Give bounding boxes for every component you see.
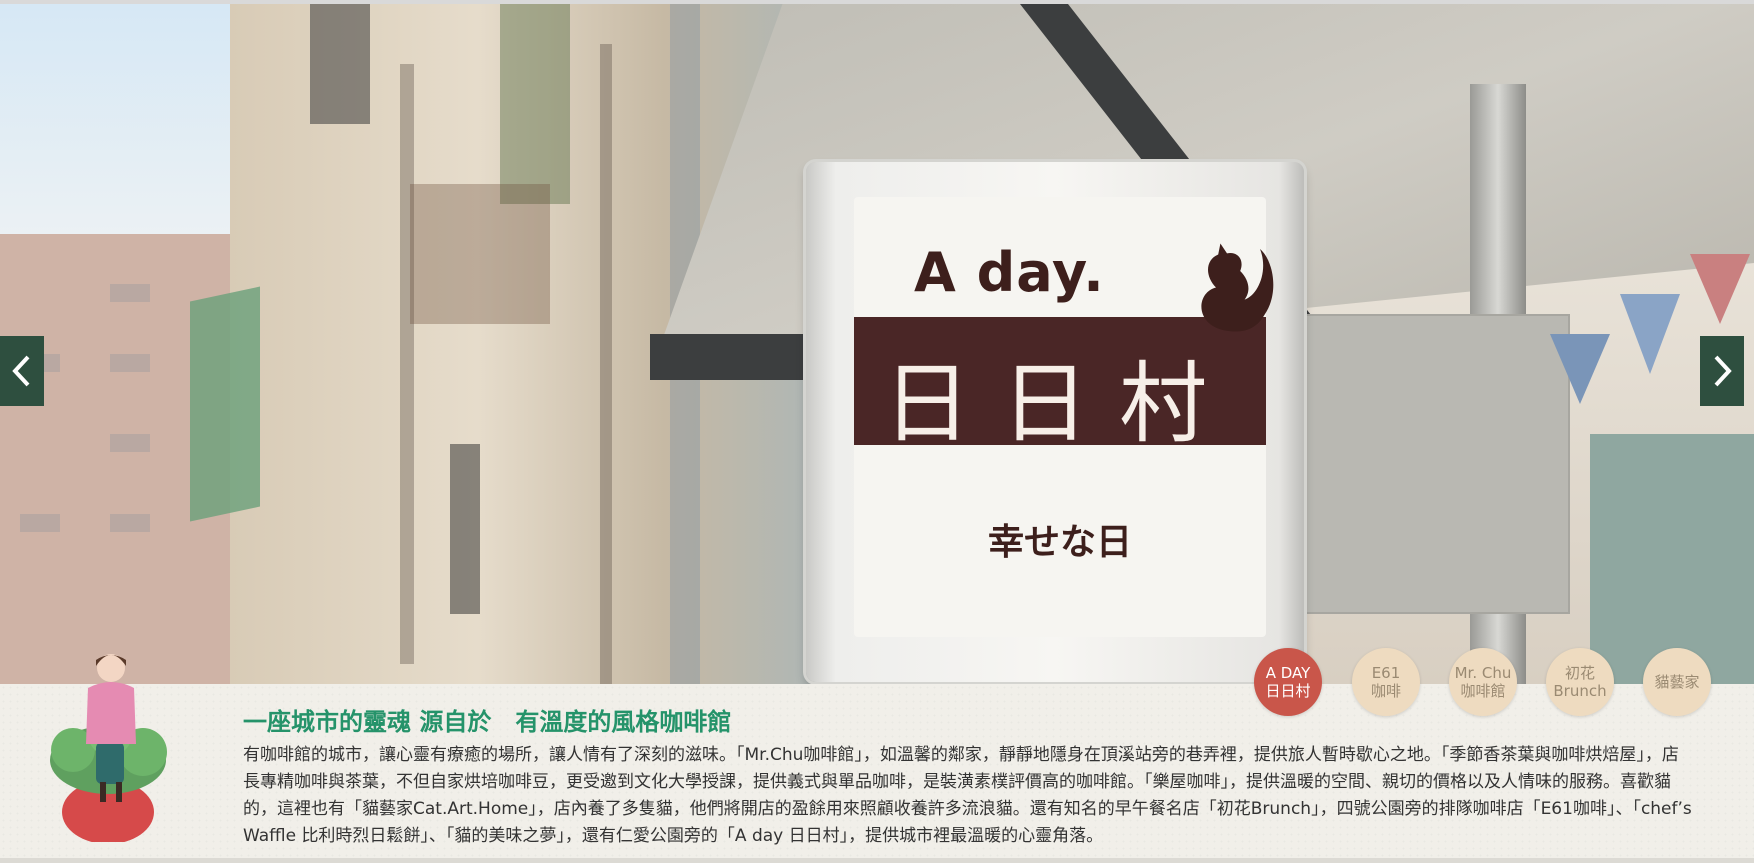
cafe-tab-brunch[interactable]: 初花 Brunch	[1546, 648, 1614, 716]
cafe-tab-cat-art-home[interactable]: 貓藝家	[1643, 648, 1711, 716]
squirrel-icon	[1201, 243, 1274, 332]
cafe-tab-a-day[interactable]: A DAY 日日村	[1254, 648, 1322, 716]
right-wall	[1590, 434, 1754, 684]
green-awning	[190, 286, 260, 522]
sign-main-text: 日日村	[882, 352, 1237, 455]
cafe-tab-line1: A DAY	[1265, 664, 1311, 682]
section-bottom-border	[0, 858, 1754, 863]
cafe-tab-line2: 日日村	[1265, 682, 1311, 700]
sign-subtitle: 幸せな日	[987, 522, 1132, 563]
chevron-right-icon	[1714, 355, 1732, 387]
sign-face: A day. 日日村 幸せな日	[854, 197, 1274, 637]
next-slide-button[interactable]	[1700, 336, 1744, 406]
cafe-tab-line1: 初花	[1564, 664, 1595, 682]
cafe-tab-line2: Brunch	[1553, 682, 1607, 700]
hero-photo: A day. 日日村 幸せな日	[0, 4, 1754, 684]
intro-paragraph: 有咖啡館的城市，讓心靈有療癒的場所，讓人情有了深刻的滋味。「Mr.Chu咖啡館」…	[243, 745, 1692, 846]
cafe-tab-line1: 貓藝家	[1654, 673, 1700, 691]
bunting-flag	[1620, 294, 1680, 374]
girl-illustration-icon	[50, 654, 167, 842]
cafe-tab-mr-chu[interactable]: Mr. Chu 咖啡館	[1449, 648, 1517, 716]
shop-sign: A day. 日日村 幸せな日	[806, 162, 1304, 682]
cafe-tab-line2: 咖啡	[1370, 682, 1401, 700]
prev-slide-button[interactable]	[0, 336, 44, 406]
bunting-flag	[1550, 334, 1610, 404]
cafe-tab-line2: 咖啡館	[1460, 682, 1506, 700]
bunting-flag	[1690, 254, 1750, 324]
intro-headline: 一座城市的靈魂 源自於 有溫度的風格咖啡館	[243, 708, 732, 736]
cafe-tab-line1: Mr. Chu	[1454, 664, 1512, 682]
sign-back-panel	[1290, 314, 1570, 614]
chevron-left-icon	[12, 355, 30, 387]
cafe-tab-line1: E61	[1371, 664, 1401, 682]
sign-brand: A day.	[914, 241, 1105, 304]
cafe-tab-e61[interactable]: E61 咖啡	[1352, 648, 1420, 716]
